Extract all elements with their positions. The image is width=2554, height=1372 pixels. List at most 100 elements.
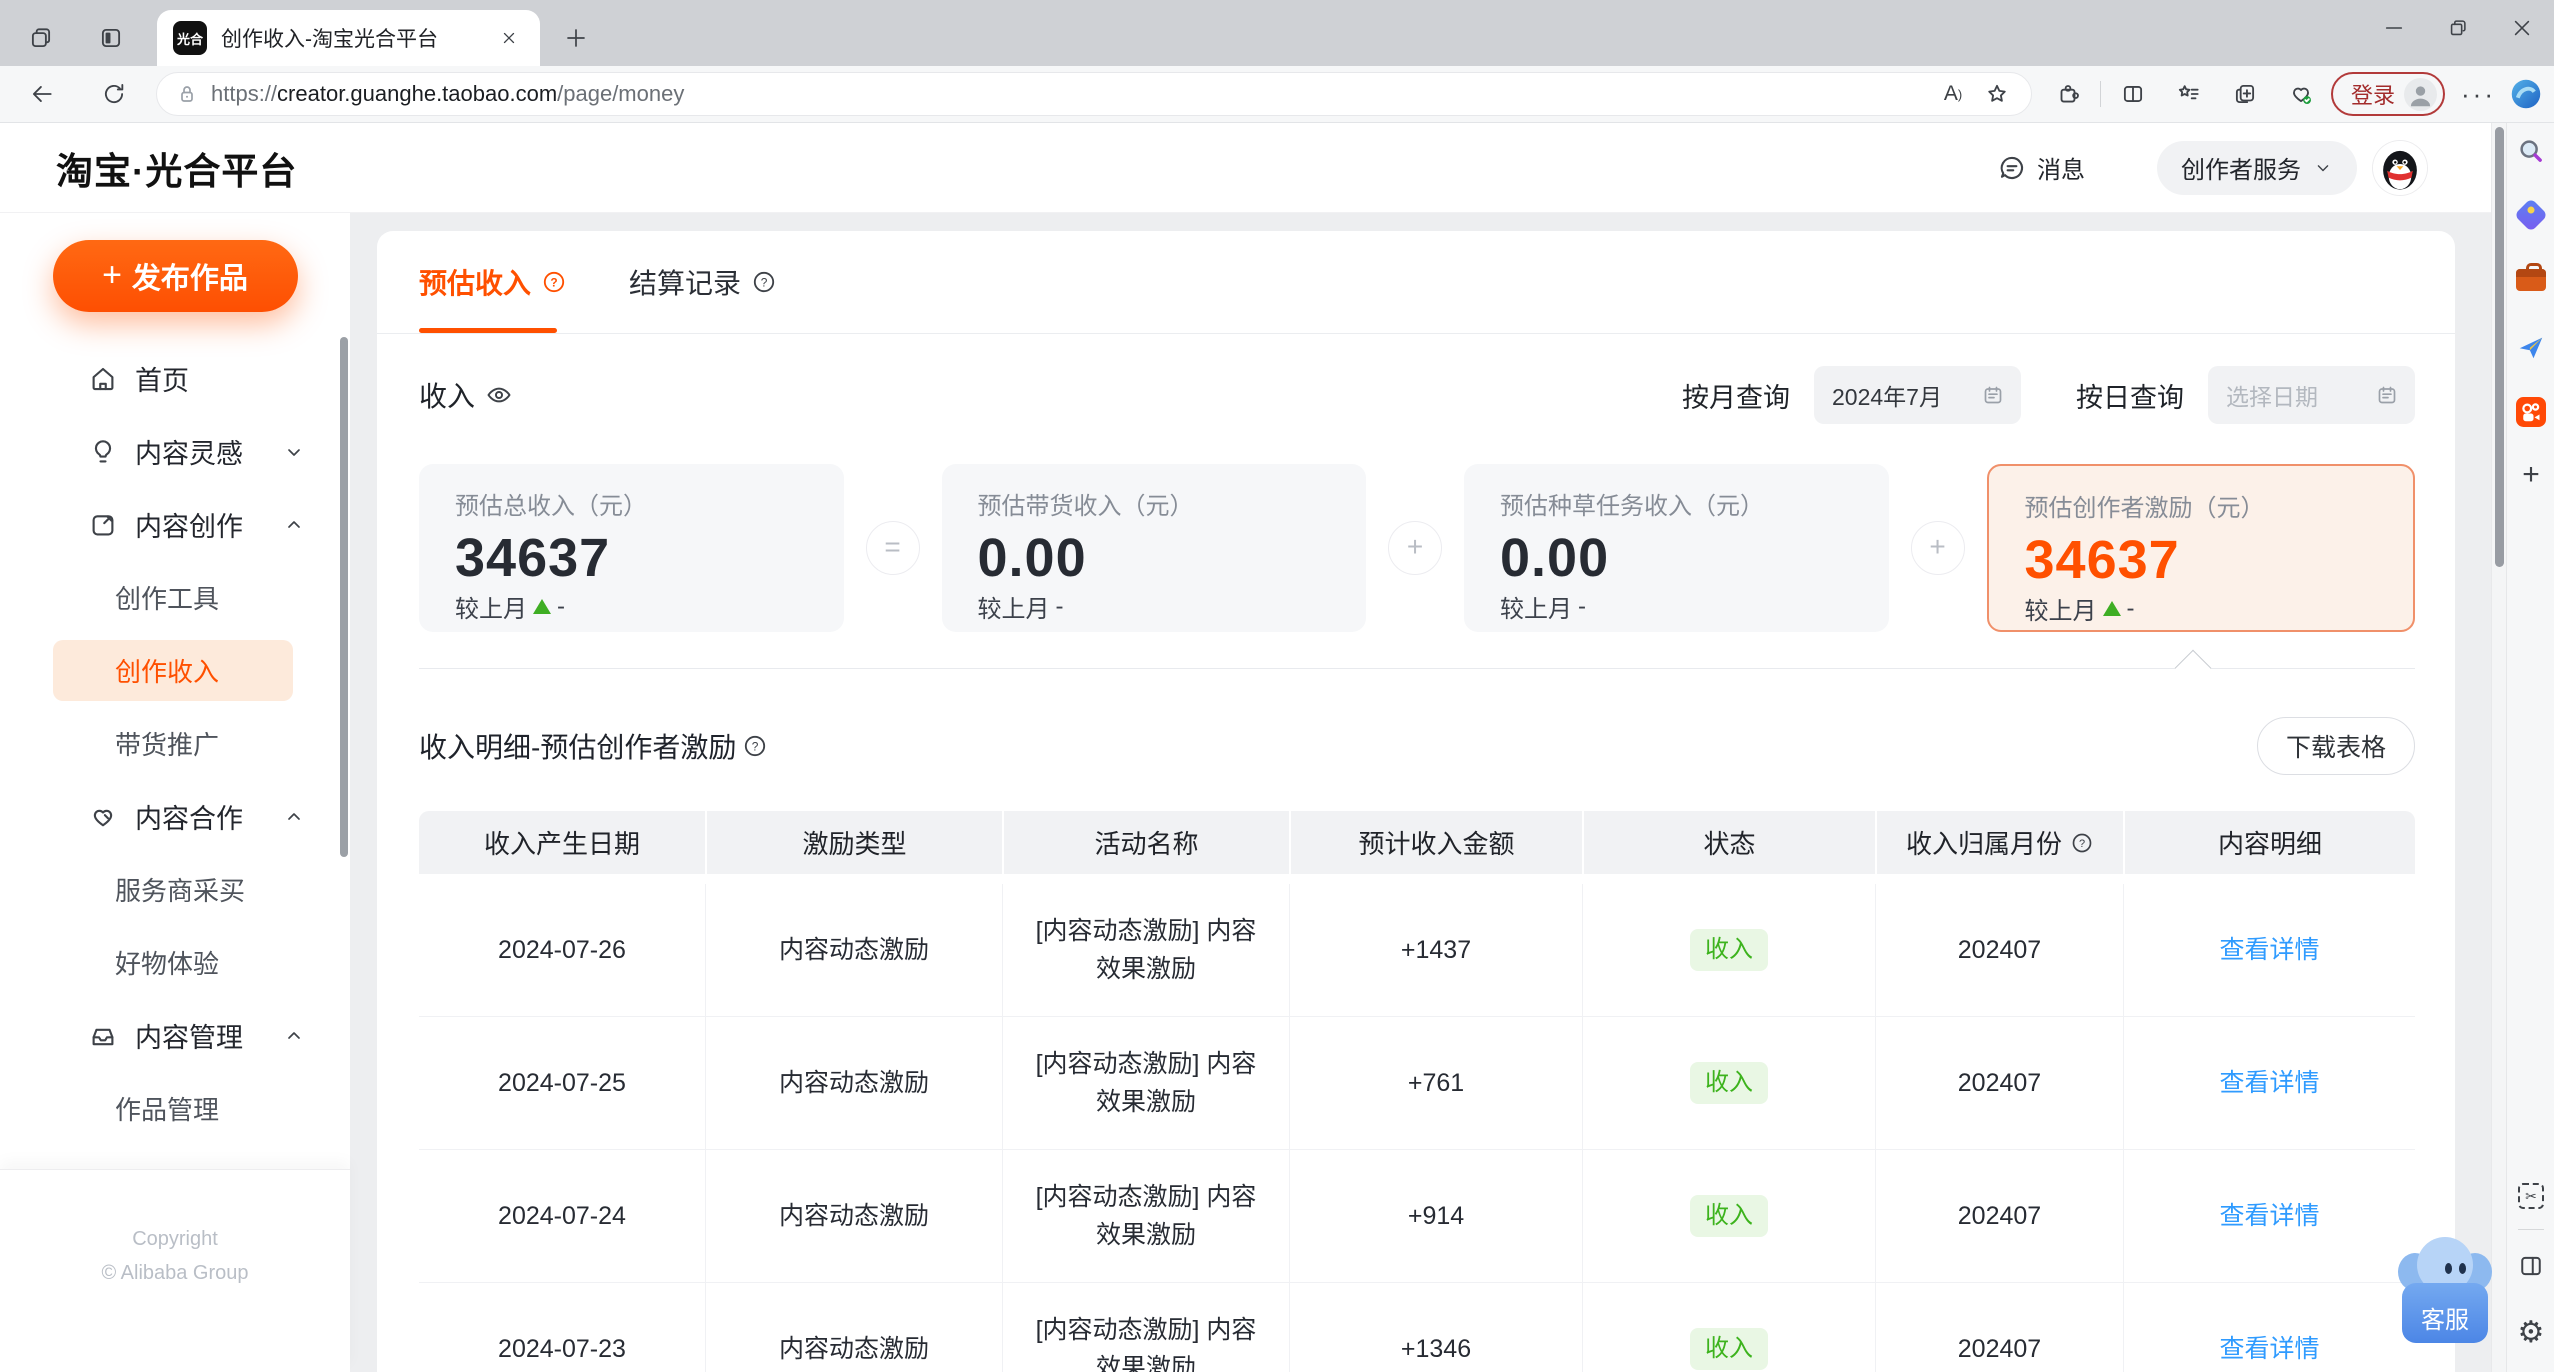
sidebar-item-inspiration[interactable]: 内容灵感 <box>0 415 350 488</box>
date-picker[interactable]: 选择日期 <box>2208 366 2415 424</box>
screenshot-icon[interactable]: ✂ <box>2514 1179 2548 1213</box>
sidebar-item-creation-income[interactable]: 创作收入 <box>0 634 350 707</box>
chevron-down-icon <box>2313 158 2333 178</box>
equals-operator-icon: = <box>865 521 920 575</box>
shopping-tag-icon[interactable] <box>2514 198 2548 232</box>
login-button[interactable]: 登录 <box>2331 72 2446 116</box>
collections-icon[interactable] <box>2223 72 2267 116</box>
kuaishou-icon[interactable] <box>2514 395 2548 429</box>
refresh-icon[interactable] <box>92 72 136 116</box>
plus-icon: + <box>102 255 122 294</box>
income-header-row: 收入 按月查询 2024年7月 按日查询 选择日期 <box>419 366 2415 424</box>
sidebar-item-creation[interactable]: 内容创作 <box>0 488 350 561</box>
sidebar-item-service-purchase[interactable]: 服务商采买 <box>0 853 350 926</box>
view-detail-link[interactable]: 查看详情 <box>2219 1330 2319 1368</box>
stat-card-creator-incentive[interactable]: 预估创作者激励（元） 34637 较上月 - <box>1986 464 2415 632</box>
sidebar-item-promotion[interactable]: 带货推广 <box>0 707 350 780</box>
col-detail: 内容明细 <box>2123 811 2415 874</box>
status-badge: 收入 <box>1690 1195 1768 1237</box>
income-table: 收入产生日期 激励类型 活动名称 预计收入金额 状态 收入归属月份 ? 内容明细 <box>419 811 2415 1372</box>
url-bar[interactable]: https://creator.guanghe.taobao.com/page/… <box>156 72 2032 116</box>
selected-card-pointer <box>419 649 2415 687</box>
tab-estimated-income[interactable]: 预估收入 ? <box>419 231 567 333</box>
view-detail-link[interactable]: 查看详情 <box>2219 1197 2319 1235</box>
page-scrollbar[interactable] <box>2491 123 2506 1372</box>
month-picker[interactable]: 2024年7月 <box>1814 366 2021 424</box>
tab-close-icon[interactable] <box>494 23 524 53</box>
tab-actions-icon[interactable] <box>93 20 129 56</box>
window-minimize-button[interactable] <box>2362 0 2426 56</box>
help-icon[interactable]: ? <box>742 733 768 759</box>
browser-toolbar: https://creator.guanghe.taobao.com/page/… <box>0 66 2554 123</box>
sidebar-item-works-management[interactable]: 作品管理 <box>0 1072 350 1145</box>
sidebar-item-content-management[interactable]: 内容管理 <box>0 999 350 1072</box>
stat-card-total-income[interactable]: 预估总收入（元） 34637 较上月 - <box>419 464 844 632</box>
download-table-button[interactable]: 下载表格 <box>2256 717 2415 775</box>
user-avatar[interactable] <box>2373 140 2427 195</box>
help-icon[interactable]: ? <box>541 269 567 295</box>
col-amount: 预计收入金额 <box>1289 811 1582 874</box>
sidebar-item-creation-tools[interactable]: 创作工具 <box>0 561 350 634</box>
url-path: /page/money <box>557 81 685 106</box>
creator-service-menu[interactable]: 创作者服务 <box>2157 140 2357 195</box>
split-window-icon[interactable] <box>2514 1249 2548 1283</box>
messages-button[interactable]: 消息 <box>1997 150 2085 185</box>
browser-menu-icon[interactable]: ··· <box>2453 79 2504 110</box>
inbox-icon <box>88 1021 118 1051</box>
browser-tab[interactable]: 光合 创作收入-淘宝光合平台 <box>157 10 540 66</box>
new-tab-button[interactable] <box>558 20 594 56</box>
content-card: 预估收入 ? 结算记录 ? 收入 按月查询 2024年7月 按日查询 选择日期 … <box>377 231 2455 1372</box>
calendar-icon <box>1981 383 2005 407</box>
favorites-list-icon[interactable] <box>2167 72 2211 116</box>
favorite-star-icon[interactable] <box>1975 72 2019 116</box>
eye-icon[interactable] <box>485 381 513 409</box>
browser-essentials-icon[interactable] <box>2279 72 2323 116</box>
calendar-icon <box>2375 383 2399 407</box>
help-icon[interactable]: ? <box>751 269 777 295</box>
stat-card-sales-income[interactable]: 预估带货收入（元） 0.00 较上月 - <box>941 464 1366 632</box>
publish-button[interactable]: + 发布作品 <box>52 240 298 312</box>
tab-favicon: 光合 <box>173 21 207 55</box>
copilot-icon[interactable] <box>2504 72 2548 116</box>
tools-icon[interactable] <box>2514 263 2548 297</box>
content-tabs: 预估收入 ? 结算记录 ? <box>377 231 2455 334</box>
sidebar-item-cooperation[interactable]: 内容合作 <box>0 780 350 853</box>
workspaces-icon[interactable] <box>23 20 59 56</box>
paper-plane-icon[interactable] <box>2514 330 2548 364</box>
date-picker-placeholder: 选择日期 <box>2226 384 2318 410</box>
sidebar-item-home[interactable]: 首页 <box>0 342 350 415</box>
window-restore-button[interactable] <box>2426 0 2490 56</box>
split-screen-icon[interactable] <box>2111 72 2155 116</box>
read-aloud-icon[interactable]: A) <box>1931 72 1975 116</box>
customer-support-widget[interactable]: 客服 <box>2398 1237 2492 1343</box>
view-detail-link[interactable]: 查看详情 <box>2219 931 2319 969</box>
back-icon[interactable] <box>20 72 64 116</box>
view-detail-link[interactable]: 查看详情 <box>2219 1064 2319 1102</box>
help-icon[interactable]: ? <box>2070 831 2094 855</box>
chevron-down-icon <box>282 440 306 464</box>
col-activity: 活动名称 <box>1002 811 1289 874</box>
url-text: https://creator.guanghe.taobao.com/page/… <box>211 81 1931 107</box>
stat-card-task-income[interactable]: 预估种草任务收入（元） 0.00 较上月 - <box>1464 464 1889 632</box>
toolbar-divider <box>2100 81 2101 107</box>
tab-estimated-income-label: 预估收入 <box>419 268 532 299</box>
window-controls <box>2362 0 2554 66</box>
site-logo[interactable]: 淘宝·光合平台 <box>56 141 297 195</box>
extensions-icon[interactable] <box>2046 72 2090 116</box>
page-scrollbar-thumb[interactable] <box>2495 127 2504 567</box>
status-badge: 收入 <box>1690 929 1768 971</box>
sidebar: + 发布作品 首页 内容灵感 内容创作 创作工具 创作收入 带货推广 内容合作 … <box>0 213 350 1372</box>
sidebar-scrollbar-thumb[interactable] <box>340 337 348 857</box>
sidebar-item-product-trial[interactable]: 好物体验 <box>0 926 350 999</box>
trend-up-icon <box>533 599 551 614</box>
table-row: 2024-07-26 内容动态激励 [内容动态激励] 内容效果激励 +1437 … <box>419 884 2415 1017</box>
tab-settlement-record[interactable]: 结算记录 ? <box>629 231 777 333</box>
search-icon[interactable] <box>2514 134 2548 168</box>
status-badge: 收入 <box>1690 1062 1768 1104</box>
day-query-label: 按日查询 <box>2076 382 2184 413</box>
add-sidebar-item-icon[interactable]: + <box>2514 458 2548 492</box>
settings-gear-icon[interactable]: ⚙ <box>2514 1316 2548 1350</box>
month-query-label: 按月查询 <box>1682 382 1790 413</box>
window-close-button[interactable] <box>2490 0 2554 56</box>
site-header: 淘宝·光合平台 消息 创作者服务 <box>0 123 2491 213</box>
